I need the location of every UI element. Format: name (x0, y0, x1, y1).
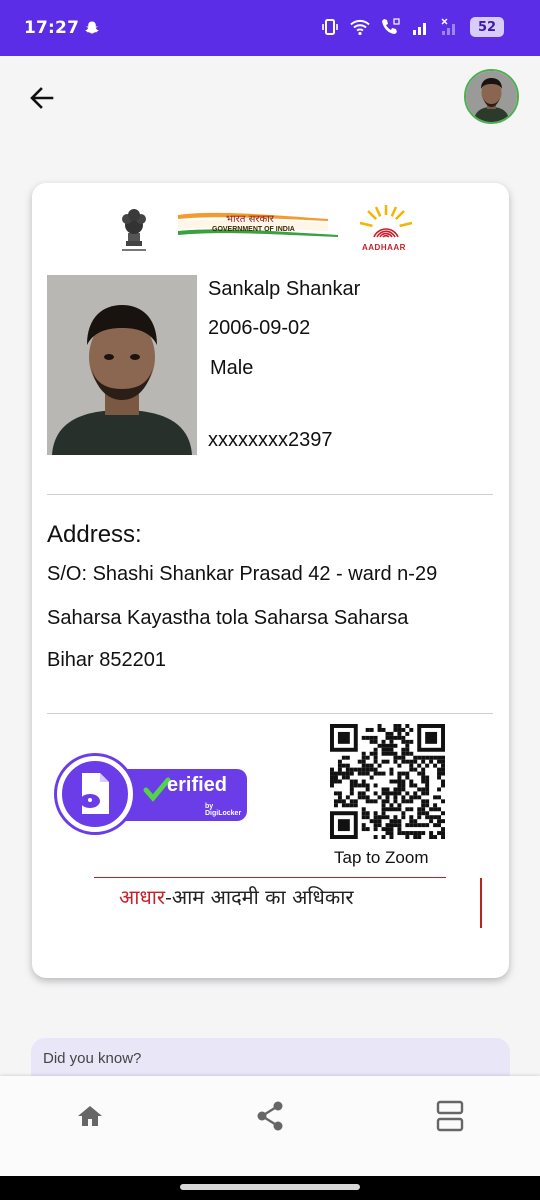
verified-circle (57, 756, 133, 832)
slogan-divider (94, 877, 446, 878)
battery-level: 52 (477, 19, 497, 35)
gesture-home-bar[interactable] (180, 1184, 360, 1190)
slogan-aadhaar-word: आधार (119, 885, 166, 909)
snapchat-icon (85, 21, 99, 34)
profile-photo-icon (466, 71, 517, 122)
holder-photo (47, 275, 197, 455)
wifi-calling-icon (382, 18, 400, 34)
vibrate-icon (322, 19, 338, 35)
signal-icon (413, 23, 426, 35)
home-icon (78, 1106, 102, 1126)
document-cloud-icon (80, 773, 109, 814)
holder-photo-image (47, 275, 197, 455)
holder-name: Sankalp Shankar (208, 278, 361, 300)
share-button[interactable] (250, 1096, 290, 1136)
divider (47, 494, 493, 495)
bottom-nav (0, 1076, 540, 1176)
address-line-3: Bihar 852201 (47, 649, 166, 671)
verified-by-text: by DigiLocker (205, 803, 242, 817)
status-bar: 17:27 52 (0, 0, 540, 56)
address-line-2: Saharsa Kayastha tola Saharsa Saharsa (47, 607, 409, 629)
arrow-left-icon (30, 87, 54, 109)
divider (47, 713, 493, 714)
did-you-know-title: Did you know? (43, 1050, 142, 1067)
verified-text: erified (167, 774, 228, 796)
wifi-icon (350, 19, 370, 36)
aadhaar-slogan: आधार-आम आदमी का अधिकार (119, 883, 354, 910)
battery-icon: 52 (470, 17, 504, 37)
status-icons: 52 (320, 17, 504, 37)
share-icon (257, 1101, 283, 1131)
aadhaar-logo-text: AADHAAR (362, 243, 406, 252)
layout-icon (436, 1100, 464, 1132)
holder-dob: 2006-09-02 (208, 317, 311, 339)
tap-to-zoom-label[interactable]: Tap to Zoom (334, 848, 429, 868)
avatar[interactable] (464, 69, 519, 124)
national-emblem-icon (122, 209, 146, 251)
back-button[interactable] (22, 78, 62, 118)
aadhaar-number: xxxxxxxx2397 (208, 429, 333, 451)
gov-english-text: GOVERNMENT OF INDIA (212, 226, 295, 233)
holder-gender: Male (210, 357, 254, 379)
signal-no-service-icon (441, 18, 455, 35)
qr-finder (337, 731, 350, 744)
address-line-1: S/O: Shashi Shankar Prasad 42 - ward n-2… (47, 563, 438, 585)
home-button[interactable] (70, 1096, 110, 1136)
digilocker-verified-badge[interactable]: erified by DigiLocker (57, 756, 247, 834)
qr-code[interactable] (330, 724, 445, 839)
gov-hindi-text: भारत सरकार (226, 214, 274, 225)
aadhaar-card: भारत सरकार GOVERNMENT OF INDIA AADHAAR S… (32, 183, 509, 978)
address-title: Address: (47, 521, 142, 548)
slogan-rest: -आम आदमी का अधिकार (165, 885, 354, 909)
slogan-border (480, 878, 482, 928)
qr-finder (425, 731, 438, 744)
qr-finder (337, 819, 350, 832)
layout-button[interactable] (430, 1096, 470, 1136)
status-time: 17:27 (24, 18, 80, 38)
card-header: भारत सरकार GOVERNMENT OF INDIA AADHAAR (92, 197, 447, 257)
